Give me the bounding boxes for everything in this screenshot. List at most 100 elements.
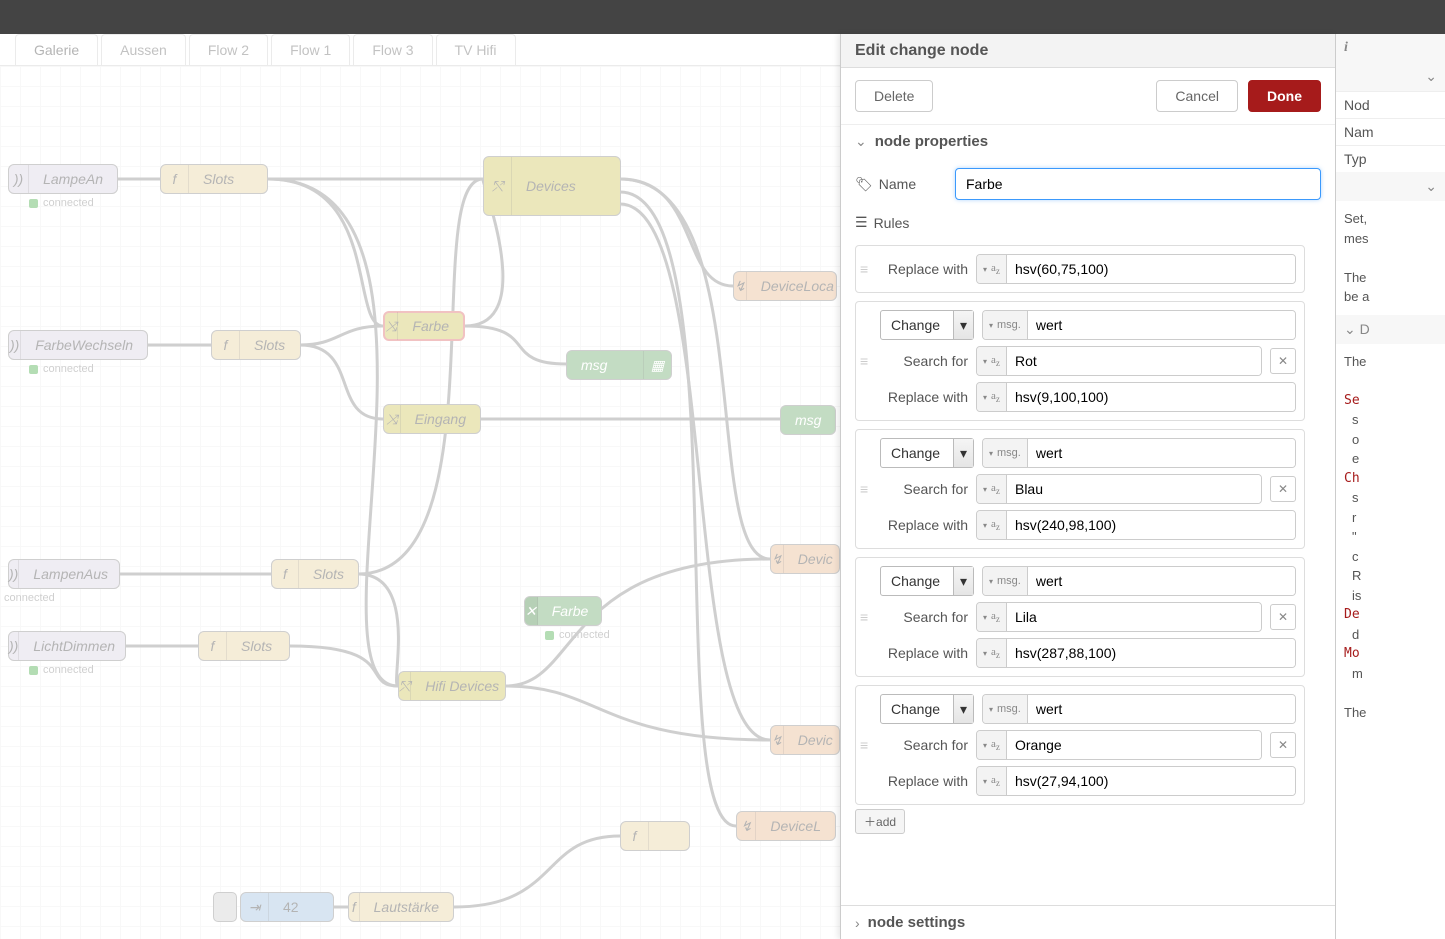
status-connected: connected: [4, 592, 55, 604]
replace-input[interactable]: ▾az: [976, 638, 1296, 668]
tab-galerie[interactable]: Galerie: [15, 34, 98, 65]
property-value[interactable]: [1028, 567, 1295, 595]
type-selector[interactable]: ▾az: [977, 255, 1007, 283]
node-hifi-devices[interactable]: ⤲ Hifi Devices: [398, 671, 506, 701]
node-licht-dimmen[interactable]: )) LichtDimmen connected: [8, 631, 126, 661]
node-device-loca[interactable]: ↯ DeviceLoca: [733, 271, 837, 301]
replace-input[interactable]: ▾az: [976, 510, 1296, 540]
search-input[interactable]: ▾az: [976, 602, 1262, 632]
type-selector[interactable]: ▾az: [977, 639, 1007, 667]
drag-handle-icon[interactable]: ≡: [860, 737, 868, 753]
type-selector[interactable]: ▾msg.: [983, 695, 1028, 723]
search-value[interactable]: [1007, 731, 1261, 759]
tab-flow2[interactable]: Flow 2: [189, 34, 268, 65]
action-select[interactable]: Change▾: [880, 310, 974, 340]
cancel-button[interactable]: Cancel: [1156, 80, 1238, 112]
node-fn-small[interactable]: f: [620, 821, 690, 851]
replace-value[interactable]: [1007, 511, 1295, 539]
tab-flow3[interactable]: Flow 3: [353, 34, 432, 65]
search-value[interactable]: [1007, 603, 1261, 631]
node-devices[interactable]: ⤲ Devices: [483, 156, 621, 216]
info-collapse-2[interactable]: ⌄: [1336, 172, 1445, 201]
node-devic-2[interactable]: ↯ Devic: [770, 725, 840, 755]
link-icon: ↯: [734, 272, 747, 300]
node-eingang[interactable]: ⤨ Eingang: [383, 404, 481, 434]
property-value[interactable]: [1028, 439, 1295, 467]
node-farbe-wechseln[interactable]: )) FarbeWechseln connected: [8, 330, 148, 360]
replace-value[interactable]: [1007, 767, 1295, 795]
node-lampe-an[interactable]: )) LampeAn connected: [8, 164, 118, 194]
drag-handle-icon[interactable]: ≡: [860, 481, 868, 497]
action-select[interactable]: Change▾: [880, 566, 974, 596]
type-selector[interactable]: ▾msg.: [983, 439, 1028, 467]
node-devic-1[interactable]: ↯ Devic: [770, 544, 840, 574]
add-rule-button[interactable]: ＋ add: [855, 809, 905, 834]
done-button[interactable]: Done: [1248, 80, 1321, 112]
drag-handle-icon[interactable]: ≡: [860, 353, 868, 369]
inject-icon[interactable]: ⇥: [241, 893, 269, 921]
type-selector[interactable]: ▾az: [977, 603, 1007, 631]
node-farbe-switch[interactable]: ⤨ Farbe: [383, 311, 465, 341]
delete-button[interactable]: Delete: [855, 80, 933, 112]
replace-input[interactable]: ▾az: [976, 382, 1296, 412]
info-collapse[interactable]: ⌄: [1336, 62, 1445, 91]
name-input[interactable]: [955, 168, 1321, 200]
info-tab[interactable]: i: [1336, 34, 1445, 62]
replace-input[interactable]: ▾az: [976, 254, 1296, 284]
section-node-properties[interactable]: ⌄ node properties: [841, 124, 1335, 158]
action-select[interactable]: Change▾: [880, 694, 974, 724]
search-value[interactable]: [1007, 347, 1261, 375]
info-details[interactable]: ⌄ D: [1336, 315, 1445, 344]
search-input[interactable]: ▾az: [976, 730, 1262, 760]
type-selector[interactable]: ▾az: [977, 731, 1007, 759]
delete-rule-button[interactable]: ✕: [1270, 348, 1296, 374]
drag-handle-icon[interactable]: ≡: [860, 261, 868, 277]
drag-handle-icon[interactable]: ≡: [860, 609, 868, 625]
node-slots-4[interactable]: f Slots: [198, 631, 290, 661]
node-slots-2[interactable]: f Slots: [211, 330, 301, 360]
node-msg-debug-1[interactable]: msg ▦: [566, 350, 672, 380]
property-value[interactable]: [1028, 311, 1295, 339]
property-input[interactable]: ▾msg.: [982, 438, 1296, 468]
node-slots-3[interactable]: f Slots: [271, 559, 359, 589]
inject-button[interactable]: [213, 892, 237, 922]
replace-value[interactable]: [1007, 383, 1295, 411]
input-icon: )): [9, 560, 19, 588]
search-input[interactable]: ▾az: [976, 474, 1262, 504]
replace-input[interactable]: ▾az: [976, 766, 1296, 796]
delete-rule-button[interactable]: ✕: [1270, 604, 1296, 630]
node-lautstaerke[interactable]: f Lautstärke: [348, 892, 454, 922]
delete-rule-button[interactable]: ✕: [1270, 476, 1296, 502]
type-selector[interactable]: ▾az: [977, 767, 1007, 795]
node-farbe-selected[interactable]: ✕ Farbe connected: [524, 596, 602, 626]
node-slots-1[interactable]: f Slots: [160, 164, 268, 194]
type-selector[interactable]: ▾az: [977, 347, 1007, 375]
search-input[interactable]: ▾az: [976, 346, 1262, 376]
type-selector[interactable]: ▾az: [977, 511, 1007, 539]
action-select[interactable]: Change▾: [880, 438, 974, 468]
node-lampen-aus[interactable]: )) LampenAus connected: [8, 559, 120, 589]
type-selector[interactable]: ▾az: [977, 383, 1007, 411]
node-device-l[interactable]: ↯ DeviceL: [736, 811, 836, 841]
search-value[interactable]: [1007, 475, 1261, 503]
property-input[interactable]: ▾msg.: [982, 694, 1296, 724]
rule-item: ≡ Change▾ ▾msg. Search for ▾az ✕ Replace…: [855, 429, 1305, 549]
node-label: Slots: [189, 171, 267, 187]
node-msg-debug-2[interactable]: msg: [780, 405, 836, 435]
type-selector[interactable]: ▾msg.: [983, 311, 1028, 339]
section-node-settings[interactable]: › node settings: [841, 905, 1335, 939]
debug-toggle-icon[interactable]: ▦: [643, 351, 671, 379]
tab-flow1[interactable]: Flow 1: [271, 34, 350, 65]
property-input[interactable]: ▾msg.: [982, 310, 1296, 340]
type-selector[interactable]: ▾msg.: [983, 567, 1028, 595]
delete-rule-button[interactable]: ✕: [1270, 732, 1296, 758]
rule-item: ≡Replace with ▾az: [855, 245, 1305, 293]
property-value[interactable]: [1028, 695, 1295, 723]
tab-tvhifi[interactable]: TV Hifi: [436, 34, 516, 65]
type-selector[interactable]: ▾az: [977, 475, 1007, 503]
tab-aussen[interactable]: Aussen: [101, 34, 186, 65]
replace-value[interactable]: [1007, 255, 1295, 283]
replace-value[interactable]: [1007, 639, 1295, 667]
node-inject-42[interactable]: ⇥ 42: [240, 892, 334, 922]
property-input[interactable]: ▾msg.: [982, 566, 1296, 596]
